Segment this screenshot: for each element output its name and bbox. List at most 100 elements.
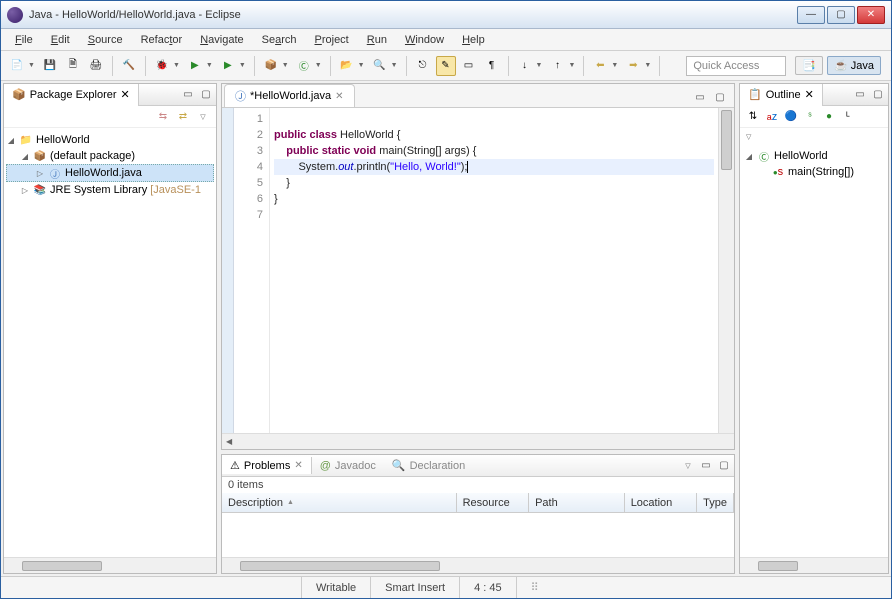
close-icon[interactable]: ✕ [335,91,343,102]
maximize-button[interactable]: ▢ [827,6,855,24]
dropdown-icon[interactable]: ▼ [536,62,543,69]
menu-window[interactable]: Window [397,32,452,48]
vertical-scrollbar[interactable] [718,108,734,433]
code-area[interactable]: public class HelloWorld { public static … [270,108,718,433]
horizontal-scrollbar[interactable] [740,557,888,573]
menu-project[interactable]: Project [307,32,357,48]
expand-icon[interactable]: ▷ [20,186,30,195]
quick-access-input[interactable]: Quick Access [686,56,786,76]
package-explorer-tab[interactable]: 📦 Package Explorer ✕ [4,84,139,106]
dropdown-icon[interactable]: ▼ [173,62,180,69]
close-icon[interactable]: ✕ [805,88,814,101]
outline-class-node[interactable]: ◢ Ⓒ HelloWorld [744,148,884,164]
menu-help[interactable]: Help [454,32,493,48]
view-menu-button[interactable]: ▽ [196,110,210,124]
prev-annotation-button[interactable]: ↑ [547,56,567,76]
dropdown-icon[interactable]: ▼ [568,62,575,69]
close-icon[interactable]: ✕ [294,460,302,471]
maximize-view-button[interactable]: ▢ [716,458,732,474]
maximize-editor-button[interactable]: ▢ [712,89,728,105]
back-button[interactable]: ⬅ [590,56,610,76]
view-menu-button[interactable]: ▽ [746,134,751,141]
menu-source[interactable]: Source [80,32,131,48]
forward-button[interactable]: ➡ [623,56,643,76]
dropdown-icon[interactable]: ▼ [315,62,322,69]
view-menu-button[interactable]: ▽ [680,458,696,474]
minimize-view-button[interactable]: ▭ [698,458,714,474]
declaration-tab[interactable]: 🔍 Declaration [384,457,473,474]
file-node[interactable]: ▷ Ⓙ HelloWorld.java [6,164,214,182]
jre-node[interactable]: ▷ 📚 JRE System Library [JavaSE-1 [6,182,214,198]
expand-icon[interactable]: ◢ [744,152,754,161]
print-button[interactable]: 🖨 [86,56,106,76]
horizontal-scrollbar[interactable]: ◀ [222,433,734,449]
close-button[interactable]: ✕ [857,6,885,24]
col-resource[interactable]: Resource [457,493,529,512]
minimize-view-button[interactable]: ▭ [852,87,868,103]
dropdown-icon[interactable]: ▼ [391,62,398,69]
new-class-button[interactable]: Ⓒ [294,56,314,76]
editor-tab[interactable]: Ⓙ *HelloWorld.java ✕ [224,84,355,107]
menu-navigate[interactable]: Navigate [192,32,251,48]
problems-tab[interactable]: ⚠ Problems ✕ [222,457,312,474]
hide-fields-button[interactable]: 🔵 [784,110,798,124]
expand-icon[interactable]: ▷ [35,169,45,178]
az-sort-button[interactable]: az [765,110,779,124]
dropdown-icon[interactable]: ▼ [644,62,651,69]
minimize-view-button[interactable]: ▭ [180,87,196,103]
link-editor-button[interactable]: ⇄ [176,110,190,124]
minimize-editor-button[interactable]: ▭ [692,89,708,105]
project-node[interactable]: ◢ 📁 HelloWorld [6,132,214,148]
dropdown-icon[interactable]: ▼ [239,62,246,69]
menu-run[interactable]: Run [359,32,395,48]
hide-local-button[interactable]: ᴸ [841,110,855,124]
col-path[interactable]: Path [529,493,625,512]
outline-tab[interactable]: 📋 Outline ✕ [740,84,823,106]
run-button[interactable]: ▶ [185,56,205,76]
menu-search[interactable]: Search [254,32,305,48]
dropdown-icon[interactable]: ▼ [611,62,618,69]
maximize-view-button[interactable]: ▢ [198,87,214,103]
run-last-button[interactable]: ▶ [218,56,238,76]
open-type-button[interactable]: 📂 [337,56,357,76]
next-annotation-button[interactable]: ↓ [515,56,535,76]
save-all-button[interactable]: 🗎 [63,56,83,76]
search-button[interactable]: 🔍 [370,56,390,76]
horizontal-scrollbar[interactable] [222,557,734,573]
dropdown-icon[interactable]: ▼ [206,62,213,69]
col-description[interactable]: Description ▲ [222,493,457,512]
build-button[interactable]: 🔨 [119,56,139,76]
menu-file[interactable]: File [7,32,41,48]
col-type[interactable]: Type [697,493,734,512]
open-perspective-button[interactable]: 📑 [795,56,823,75]
dropdown-icon[interactable]: ▼ [358,62,365,69]
new-button[interactable]: 📄 [7,56,27,76]
horizontal-scrollbar[interactable] [4,557,216,573]
debug-button[interactable]: 🐞 [152,56,172,76]
sort-button[interactable]: ⇅ [746,110,760,124]
collapse-all-button[interactable]: ⇆ [156,110,170,124]
outline-method-node[interactable]: ●s main(String[]) [744,164,884,180]
expand-icon[interactable]: ◢ [20,152,30,161]
package-node[interactable]: ◢ 📦 (default package) [6,148,214,164]
toggle-breadcrumb-button[interactable]: ⎋ [413,56,433,76]
hide-nonpublic-button[interactable]: ● [822,110,836,124]
menu-edit[interactable]: Edit [43,32,78,48]
javadoc-tab[interactable]: @ Javadoc [312,458,384,474]
maximize-view-button[interactable]: ▢ [870,87,886,103]
col-location[interactable]: Location [625,493,697,512]
hide-static-button[interactable]: ˢ [803,110,817,124]
save-button[interactable]: 💾 [40,56,60,76]
new-package-button[interactable]: 📦 [261,56,281,76]
expand-icon[interactable]: ◢ [6,136,16,145]
dropdown-icon[interactable]: ▼ [28,62,35,69]
dropdown-icon[interactable]: ▼ [282,62,289,69]
close-icon[interactable]: ✕ [121,88,130,101]
minimize-button[interactable]: — [797,6,825,24]
menu-refactor[interactable]: Refactor [133,32,191,48]
folding-ruler[interactable] [222,108,234,433]
toggle-block-button[interactable]: ▭ [459,56,479,76]
toggle-mark-button[interactable]: ✎ [436,56,456,76]
show-whitespace-button[interactable]: ¶ [482,56,502,76]
java-perspective-button[interactable]: ☕ Java [827,56,881,75]
